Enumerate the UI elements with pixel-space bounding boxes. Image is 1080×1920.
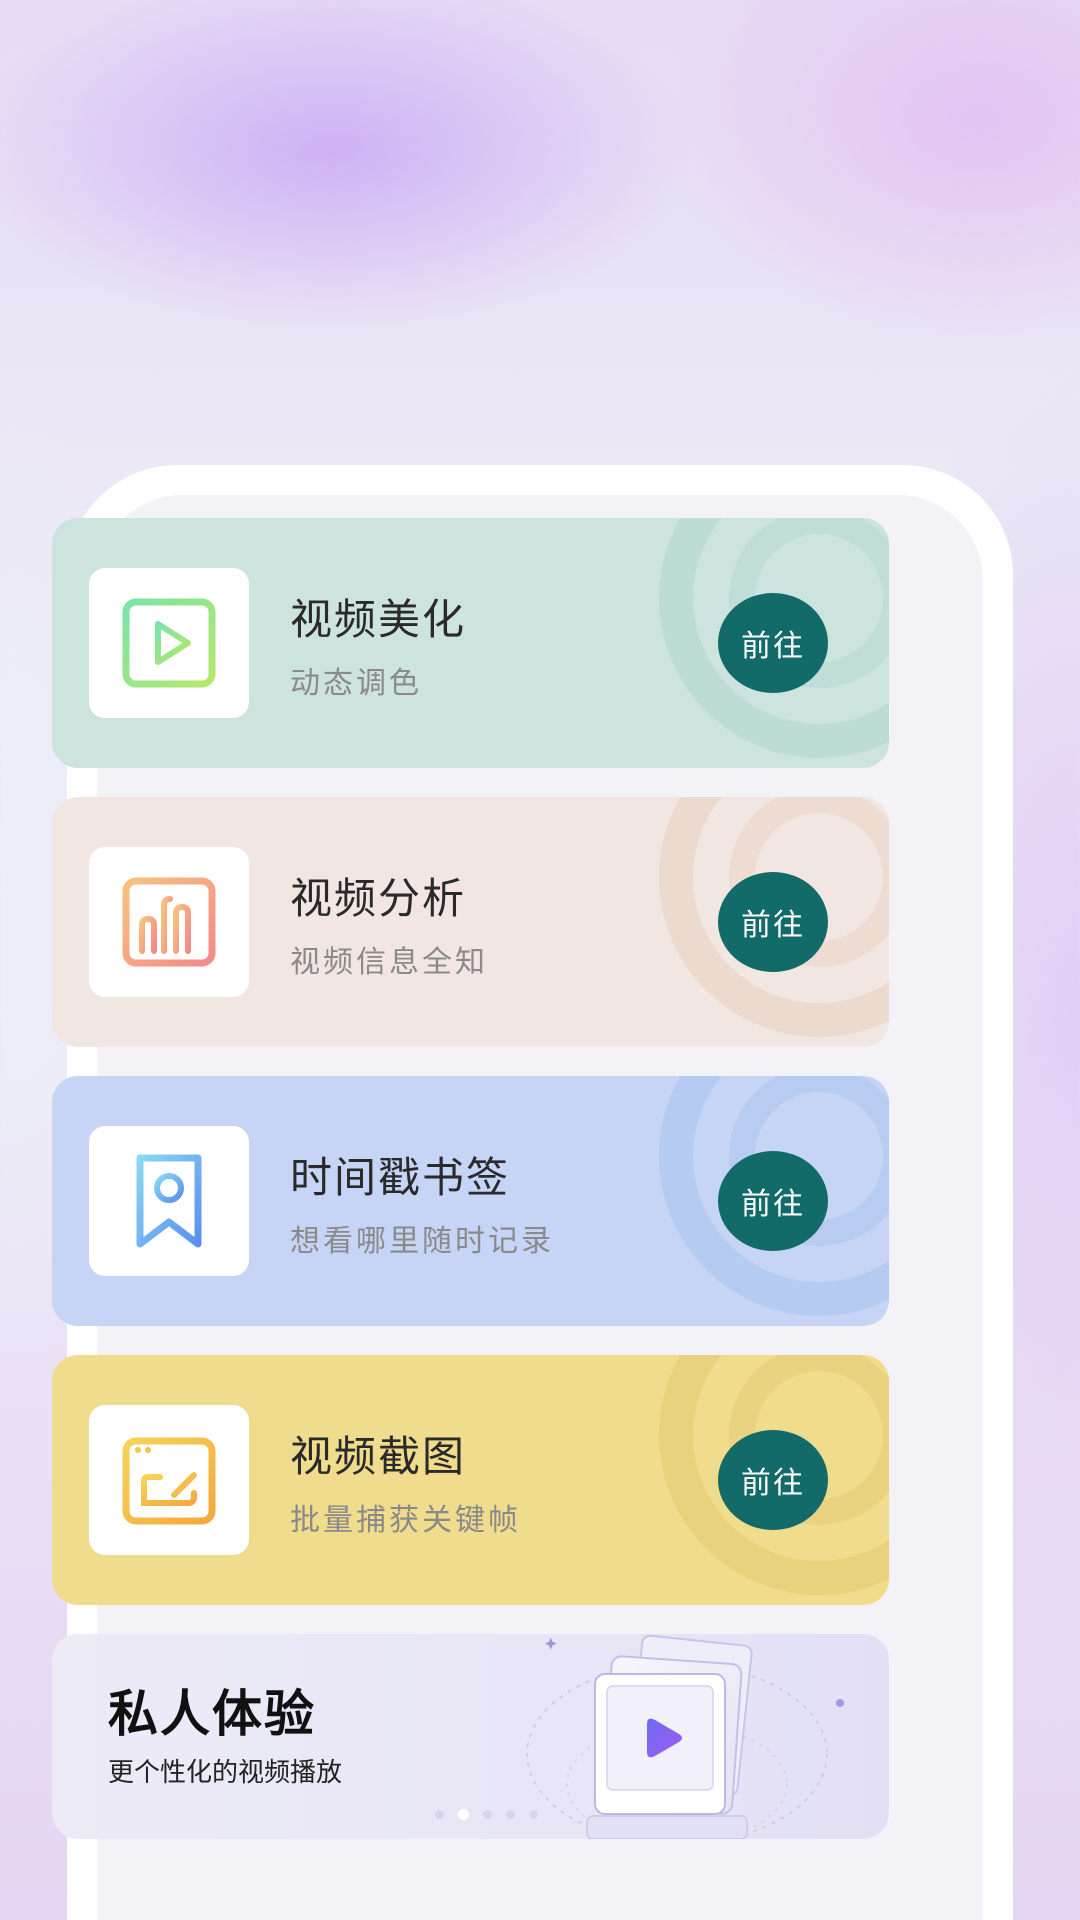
card-title: 时间戳书签 [290,1153,511,1202]
analysis-bars-icon [122,877,216,967]
feature-card-video-screenshot[interactable]: 视频截图 批量捕获关键帧 前往 [52,1355,889,1605]
carousel-dot[interactable] [529,1810,538,1819]
banner-subtitle: 更个性化的视频播放 [108,1758,343,1788]
card-subtitle: 动态调色 [290,666,422,701]
go-button[interactable]: 前往 [718,872,828,972]
carousel-dot[interactable] [506,1810,515,1819]
feature-card-video-analysis[interactable]: 视频分析 视频信息全知 前往 [52,797,889,1047]
icon-container [89,847,249,997]
icon-container [89,1126,249,1276]
screenshot-window-icon [122,1437,216,1525]
card-title: 视频截图 [290,1432,467,1481]
feature-card-video-beautify[interactable]: 视频美化 动态调色 前往 [52,518,889,768]
icon-container [89,1405,249,1555]
video-player-illustration [526,1634,844,1839]
go-button[interactable]: 前往 [718,1151,828,1251]
carousel-indicator [435,1809,538,1820]
card-subtitle: 想看哪里随时记录 [290,1224,554,1259]
card-subtitle: 批量捕获关键帧 [290,1503,521,1538]
carousel-dot[interactable] [435,1810,444,1819]
card-subtitle: 视频信息全知 [290,945,488,980]
card-title: 视频美化 [290,595,467,644]
feature-card-timestamp-bookmark[interactable]: 时间戳书签 想看哪里随时记录 前往 [52,1076,889,1326]
go-button[interactable]: 前往 [718,1430,828,1530]
carousel-dot-active[interactable] [458,1809,469,1820]
go-button[interactable]: 前往 [718,593,828,693]
promo-banner[interactable]: 私人体验 更个性化的视频播放 [52,1634,889,1839]
card-title: 视频分析 [290,874,467,923]
carousel-dot[interactable] [483,1810,492,1819]
banner-title: 私人体验 [108,1685,316,1743]
video-play-icon [122,598,216,688]
icon-container [89,568,249,718]
bookmark-icon [136,1154,202,1248]
